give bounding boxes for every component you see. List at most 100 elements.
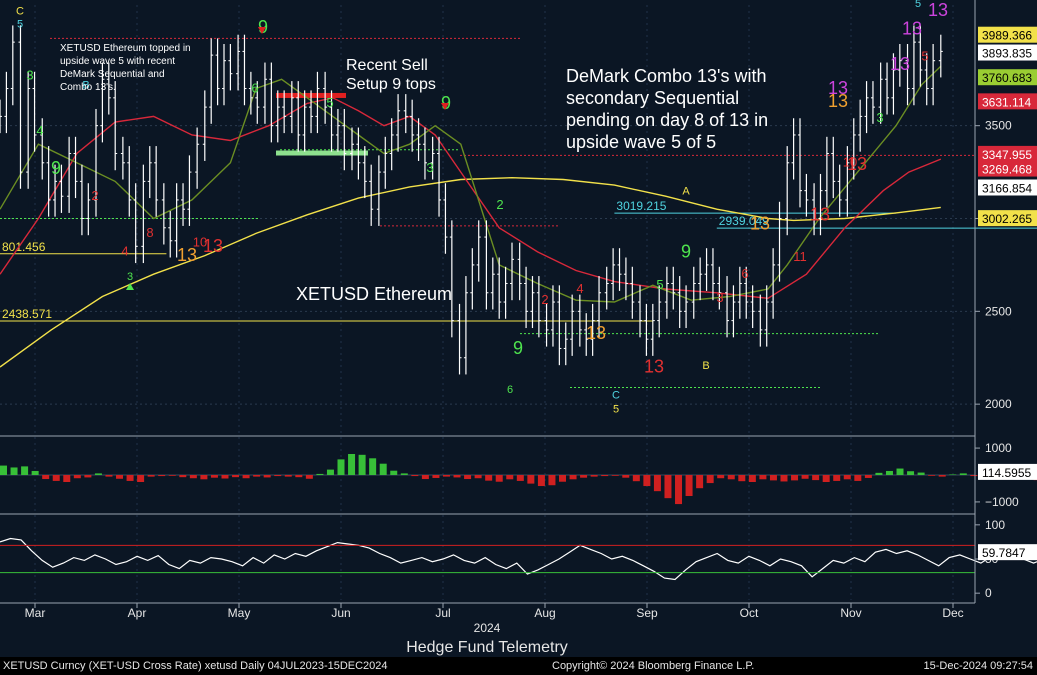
osc-bar	[959, 473, 967, 475]
osc-bar	[653, 475, 661, 492]
sequence-number: 2	[496, 197, 503, 212]
demark-count: B	[702, 360, 709, 372]
demark-count: 3	[127, 271, 133, 283]
annotation-text: upside wave 5 of 5	[566, 132, 716, 152]
osc-bar	[485, 475, 493, 481]
price-label-text: 3347.955	[982, 148, 1032, 162]
osc-bar	[685, 475, 693, 496]
osc-bar	[105, 475, 113, 477]
osc-bar	[421, 475, 429, 480]
osc-bar	[812, 475, 820, 481]
sequence-number: 5	[326, 95, 333, 110]
osc-bar	[295, 475, 303, 478]
x-tick-label: Jun	[331, 606, 350, 620]
demark-count: 9	[258, 17, 268, 37]
osc-bar	[158, 475, 166, 477]
osc-bar	[168, 475, 176, 476]
osc-bar	[94, 473, 102, 475]
osc-bar	[611, 475, 619, 476]
osc-bar	[738, 475, 746, 482]
osc-bar	[232, 475, 240, 478]
chart-background	[0, 0, 1037, 657]
x-tick-label: Jul	[435, 606, 450, 620]
demark-count: C	[16, 5, 24, 17]
osc-bar	[210, 475, 218, 478]
osc-bar	[548, 475, 556, 486]
price-tick-label: 2000	[985, 397, 1012, 411]
annotation-text: DeMark Sequential and	[60, 69, 165, 80]
sequence-number: 4	[121, 244, 128, 259]
osc-bar	[0, 465, 7, 475]
price-label-text: 3893.835	[982, 47, 1032, 61]
annotation-text: Setup 9 tops	[346, 76, 436, 93]
osc-bar	[10, 467, 18, 475]
price-label-text: 3002.265	[982, 212, 1032, 226]
demark-count: 9	[441, 93, 451, 113]
osc-bar	[601, 475, 609, 477]
demark-count: 5	[613, 404, 619, 416]
sequence-number: 5	[921, 49, 928, 64]
sequence-number: 4	[576, 281, 583, 296]
sequence-number: 8	[146, 225, 153, 240]
osc-bar	[274, 475, 282, 477]
demark-count: 9	[681, 241, 691, 261]
osc-bar	[326, 469, 334, 475]
demark-count: 13	[750, 214, 770, 234]
level-label: 801.456	[2, 240, 46, 254]
osc-bar	[179, 475, 187, 478]
osc-bar	[495, 475, 503, 482]
osc-bar	[126, 475, 134, 481]
osc-bar	[31, 470, 39, 475]
price-tick-label: 2500	[985, 304, 1012, 318]
osc-bar	[622, 475, 630, 478]
demark-count: 13	[810, 204, 830, 224]
price-label-text: 3269.468	[982, 163, 1032, 177]
osc-bar	[748, 475, 756, 482]
osc-bar	[559, 475, 567, 482]
demark-count: 9	[513, 338, 523, 358]
osc-bar	[896, 468, 904, 475]
osc-bar	[791, 475, 799, 481]
osc-bar	[801, 475, 809, 479]
sequence-number: 3	[876, 110, 883, 125]
x-tick-label: Apr	[128, 606, 147, 620]
demark-count: 5	[17, 18, 23, 30]
osc-bar	[52, 475, 60, 481]
annotation-text: secondary Sequential	[566, 88, 739, 108]
osc-bar	[917, 472, 925, 475]
footer-timestamp: 15-Dec-2024 09:27:54	[923, 660, 1033, 672]
footer-copyright: Copyright© 2024 Bloomberg Finance L.P.	[552, 660, 755, 672]
rsi-current-label: 59.7847	[982, 546, 1026, 560]
osc-bar	[516, 475, 524, 481]
osc-bar	[21, 466, 29, 475]
annotation-text: upside wave 5 with recent	[60, 56, 175, 67]
osc-bar	[464, 475, 472, 480]
x-year-label: 2024	[474, 621, 501, 635]
osc-bar	[506, 475, 514, 480]
demark-count: C	[612, 390, 620, 402]
osc-bar	[759, 475, 767, 480]
x-tick-label: Nov	[840, 606, 861, 620]
osc-bar	[379, 463, 387, 475]
x-tick-label: May	[228, 606, 251, 620]
osc-bar	[432, 475, 440, 478]
osc-bar	[305, 475, 313, 479]
footer-left: XETUSD Curncy (XET-USD Cross Rate) xetus…	[3, 660, 388, 672]
osc-bar	[632, 475, 640, 482]
osc-bar	[63, 475, 71, 482]
osc-bar	[590, 475, 598, 477]
osc-bar	[537, 475, 545, 487]
sequence-number: 3	[426, 160, 433, 175]
level-label: 2438.571	[2, 307, 52, 321]
osc-bar	[411, 475, 419, 477]
osc-bar	[390, 470, 398, 475]
price-tick-label: 3500	[985, 119, 1012, 133]
x-tick-label: Sep	[636, 606, 658, 620]
osc-bar	[928, 475, 936, 476]
price-label-text: 3631.114	[982, 95, 1031, 109]
osc-bar	[643, 475, 651, 487]
osc-bar	[316, 473, 324, 475]
osc-bar	[221, 475, 229, 479]
osc-bar	[580, 475, 588, 478]
x-tick-label: Mar	[25, 606, 46, 620]
